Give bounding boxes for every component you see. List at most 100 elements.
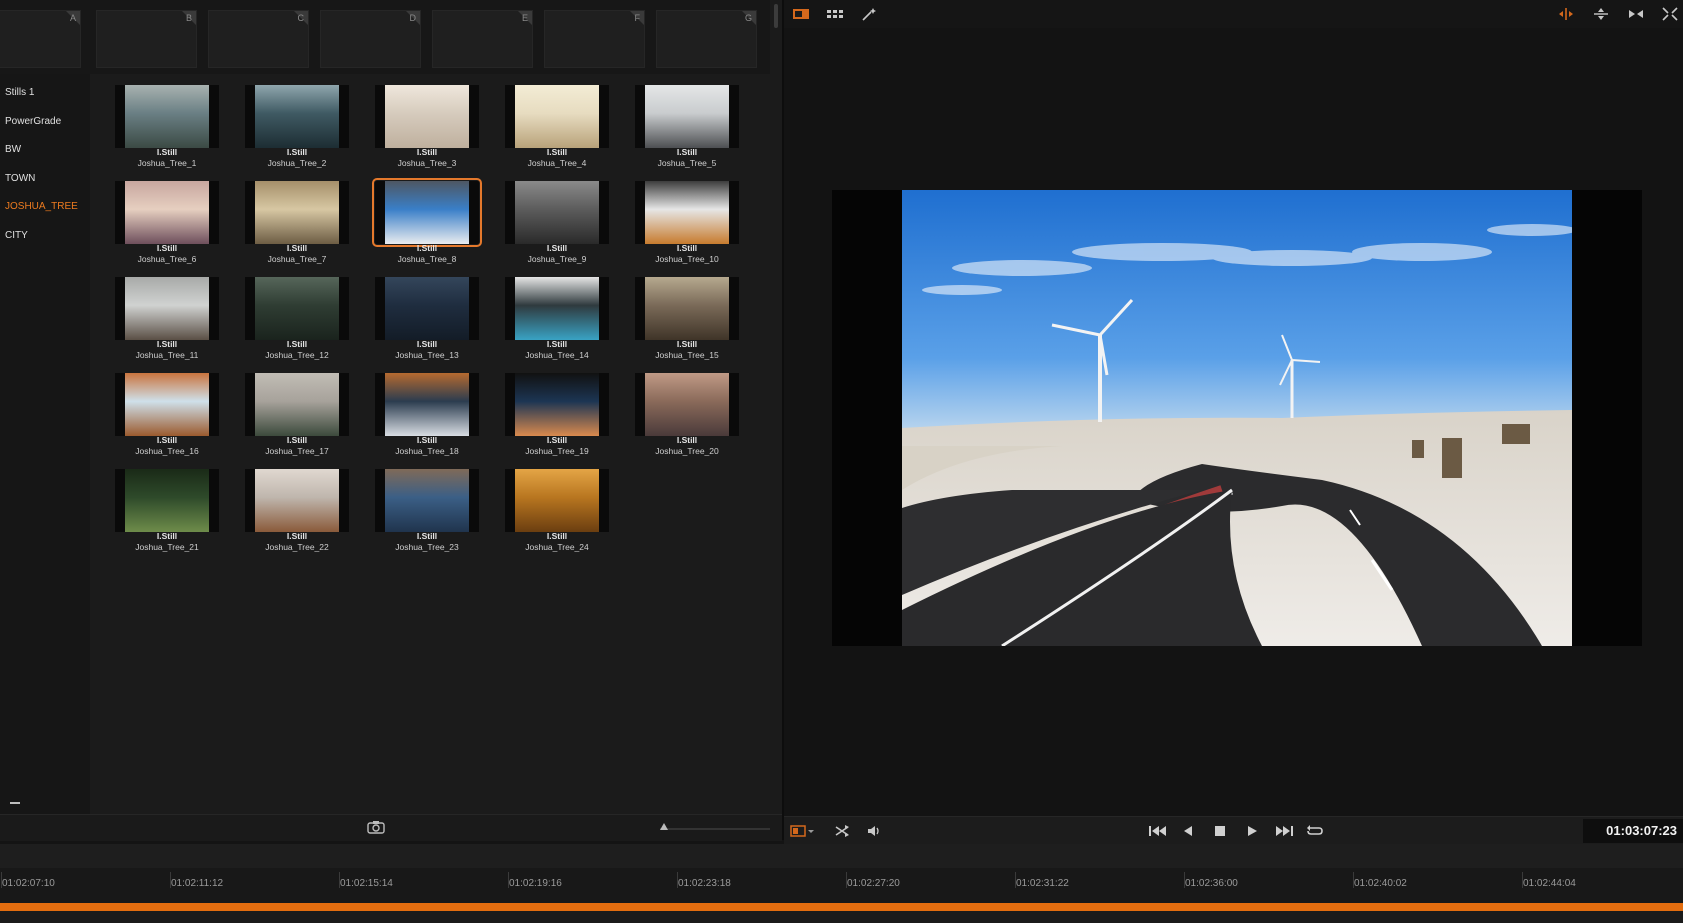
ruler-timecode: 01:02:31:22	[1016, 878, 1069, 889]
still-thumbnail[interactable]: I.Still Joshua_Tree_13	[375, 266, 479, 360]
still-thumbnail[interactable]: I.Still Joshua_Tree_1	[115, 74, 219, 168]
still-thumbnail[interactable]: I.Still Joshua_Tree_19	[505, 362, 609, 456]
still-thumbnail[interactable]: I.Still Joshua_Tree_2	[245, 74, 349, 168]
step-back-icon[interactable]	[1180, 823, 1196, 839]
still-thumbnail[interactable]: I.Still Joshua_Tree_11	[115, 266, 219, 360]
still-thumbnail[interactable]: I.Still Joshua_Tree_16	[115, 362, 219, 456]
still-name-label: Joshua_Tree_22	[265, 542, 329, 552]
compare-icon[interactable]	[1627, 6, 1645, 22]
album-item-powergrade[interactable]: PowerGrade	[5, 116, 61, 127]
still-thumbnail[interactable]: I.Still Joshua_Tree_18	[375, 362, 479, 456]
still-frame	[505, 181, 609, 244]
memory-slot-f[interactable]: F	[544, 10, 645, 68]
still-type-label: I.Still	[286, 531, 308, 541]
still-thumbnail[interactable]: I.Still Joshua_Tree_10	[635, 170, 739, 264]
thumbnail-size-handle[interactable]	[660, 823, 668, 830]
still-name-label: Joshua_Tree_13	[395, 350, 459, 360]
memory-slot-a[interactable]: A	[0, 10, 81, 68]
still-thumbnail[interactable]: I.Still Joshua_Tree_20	[635, 362, 739, 456]
still-thumbnail[interactable]: I.Still Joshua_Tree_8	[372, 170, 482, 264]
still-name-label: Joshua_Tree_23	[395, 542, 459, 552]
play-icon[interactable]	[1244, 823, 1260, 839]
still-image	[255, 373, 339, 436]
still-name-label: Joshua_Tree_3	[397, 158, 457, 168]
still-thumbnail[interactable]: I.Still Joshua_Tree_7	[245, 170, 349, 264]
still-type-label: I.Still	[416, 435, 438, 445]
viewer-frame[interactable]	[832, 190, 1642, 646]
still-image	[255, 181, 339, 244]
memory-slot-e[interactable]: E	[432, 10, 533, 68]
thumbnail-size-slider[interactable]	[660, 828, 770, 830]
stop-icon[interactable]	[1212, 823, 1228, 839]
memory-slot-b[interactable]: B	[96, 10, 197, 68]
move-icon[interactable]	[1592, 6, 1610, 22]
volume-icon[interactable]	[866, 823, 882, 839]
timeline-footer	[0, 911, 1683, 923]
album-item-stills-1[interactable]: Stills 1	[5, 87, 34, 98]
still-type-label: I.Still	[546, 435, 568, 445]
still-frame	[115, 373, 219, 436]
still-thumbnail[interactable]: I.Still Joshua_Tree_21	[115, 458, 219, 552]
jump-end-icon[interactable]	[1274, 823, 1294, 839]
still-thumbnail[interactable]: I.Still Joshua_Tree_17	[245, 362, 349, 456]
grid-view-icon[interactable]	[826, 6, 844, 22]
memory-label: D	[409, 13, 417, 23]
still-type-label: I.Still	[286, 339, 308, 349]
loop-icon[interactable]	[1306, 823, 1324, 839]
still-image	[385, 469, 469, 532]
jump-start-icon[interactable]	[1148, 823, 1168, 839]
still-thumbnail[interactable]: I.Still Joshua_Tree_12	[245, 266, 349, 360]
still-thumbnail[interactable]: I.Still Joshua_Tree_4	[505, 74, 609, 168]
still-frame	[245, 373, 349, 436]
still-frame	[505, 469, 609, 532]
memory-label: B	[185, 13, 192, 23]
chevron-down-icon[interactable]	[806, 823, 816, 839]
shuffle-icon[interactable]	[834, 823, 850, 839]
timeline-strip[interactable]	[0, 844, 1683, 869]
still-frame	[635, 181, 739, 244]
stills-grid: I.Still Joshua_Tree_1 I.Still Joshua_Tree_2…	[90, 74, 780, 814]
magic-wand-icon[interactable]	[860, 6, 878, 22]
still-type-label: I.Still	[286, 435, 308, 445]
viewer-mode-icon[interactable]	[790, 823, 806, 839]
album-item-city[interactable]: CITY	[5, 230, 28, 241]
still-thumbnail[interactable]: I.Still Joshua_Tree_5	[635, 74, 739, 168]
still-thumbnail[interactable]: I.Still Joshua_Tree_15	[635, 266, 739, 360]
grab-still-camera-icon[interactable]	[367, 820, 385, 834]
memory-slot-g[interactable]: G	[656, 10, 757, 68]
still-thumbnail[interactable]: I.Still Joshua_Tree_6	[115, 170, 219, 264]
memory-slot-c[interactable]: C	[208, 10, 309, 68]
gallery-scrollbar[interactable]	[774, 4, 778, 28]
still-frame	[115, 85, 219, 148]
ruler-timecode: 01:02:11:12	[171, 878, 224, 889]
still-frame	[375, 85, 479, 148]
single-viewer-icon[interactable]	[792, 6, 810, 22]
still-thumbnail[interactable]: I.Still Joshua_Tree_9	[505, 170, 609, 264]
memory-slot-d[interactable]: D	[320, 10, 421, 68]
still-thumbnail[interactable]: I.Still Joshua_Tree_14	[505, 266, 609, 360]
ruler-timecode: 01:02:07:10	[2, 878, 55, 889]
split-wipe-icon[interactable]	[1557, 6, 1575, 22]
still-name-label: Joshua_Tree_8	[397, 254, 457, 264]
timeline-track[interactable]	[0, 903, 1683, 911]
still-type-label: I.Still	[546, 531, 568, 541]
memory-label: E	[521, 13, 528, 23]
remove-album-icon[interactable]	[10, 802, 20, 804]
still-thumbnail[interactable]: I.Still Joshua_Tree_24	[505, 458, 609, 552]
still-frame	[505, 85, 609, 148]
still-thumbnail[interactable]: I.Still Joshua_Tree_23	[375, 458, 479, 552]
album-item-joshua-tree[interactable]: JOSHUA_TREE	[5, 201, 78, 212]
still-frame	[372, 178, 482, 247]
still-thumbnail[interactable]: I.Still Joshua_Tree_3	[375, 74, 479, 168]
still-frame	[245, 469, 349, 532]
timecode: 01:03:07:23	[1606, 823, 1677, 838]
still-type-label: I.Still	[286, 243, 308, 253]
album-item-bw[interactable]: BW	[5, 144, 21, 155]
expand-icon[interactable]	[1661, 6, 1679, 22]
still-name-label: Joshua_Tree_15	[655, 350, 719, 360]
still-thumbnail[interactable]: I.Still Joshua_Tree_22	[245, 458, 349, 552]
still-frame	[375, 373, 479, 436]
still-name-label: Joshua_Tree_1	[137, 158, 197, 168]
still-name-label: Joshua_Tree_6	[137, 254, 197, 264]
album-item-town[interactable]: TOWN	[5, 173, 35, 184]
